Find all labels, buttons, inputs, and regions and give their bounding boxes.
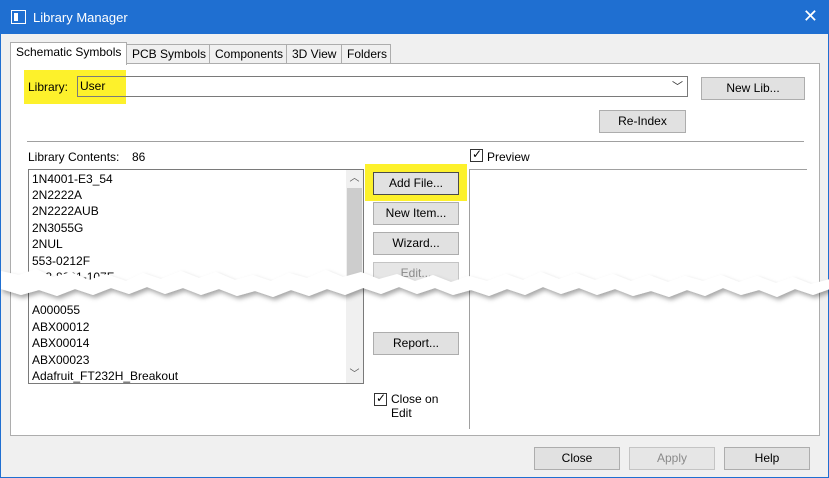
list-item[interactable]: 2N2222AUB: [32, 204, 99, 218]
scroll-up-icon[interactable]: ︿: [346, 170, 363, 187]
list-item[interactable]: ABX00023: [32, 353, 89, 367]
close-window-icon[interactable]: ✕: [803, 7, 818, 25]
help-button[interactable]: Help: [724, 447, 810, 470]
report-button[interactable]: Report...: [373, 332, 459, 355]
list-item[interactable]: 2N3055G: [32, 221, 83, 235]
preview-checkbox[interactable]: ✓: [470, 147, 483, 162]
close-on-edit-label-line2: Edit: [391, 406, 412, 420]
library-label: Library:: [28, 80, 69, 94]
new-item-button[interactable]: New Item...: [373, 202, 459, 225]
window-title: Library Manager: [33, 10, 128, 25]
tab-label: 3D View: [292, 47, 337, 61]
chevron-down-icon[interactable]: ﹀: [672, 78, 683, 94]
list-item[interactable]: Adafruit_FT232H_Breakout: [32, 369, 178, 383]
close-on-edit-checkbox[interactable]: ✓: [374, 391, 387, 406]
divider: [27, 141, 804, 142]
list-item[interactable]: ABX00014: [32, 336, 89, 350]
list-item[interactable]: 1N4001-E3_54: [32, 172, 113, 186]
close-on-edit-label-line1: Close on: [391, 392, 439, 406]
tab-label: PCB Symbols: [132, 47, 207, 61]
app-icon: [11, 10, 26, 24]
preview-label: Preview: [487, 150, 530, 164]
close-button[interactable]: Close: [534, 447, 620, 470]
check-icon: ✓: [472, 147, 483, 161]
add-file-button[interactable]: Add File...: [373, 172, 459, 195]
library-contents-count: 86: [132, 150, 146, 164]
tab-3d-view[interactable]: 3D View: [286, 44, 342, 64]
torn-edge-graphic: [1, 269, 829, 297]
apply-button[interactable]: Apply: [629, 447, 715, 470]
reindex-button[interactable]: Re-Index: [599, 110, 686, 133]
library-select-value: User: [80, 79, 106, 93]
list-item[interactable]: 2NUL: [32, 237, 63, 251]
new-lib-button[interactable]: New Lib...: [701, 77, 805, 100]
tab-label: Folders: [347, 47, 388, 61]
title-bar[interactable]: Library Manager ✕: [1, 1, 828, 34]
list-item[interactable]: 2N2222A: [32, 188, 82, 202]
tab-schematic-symbols[interactable]: Schematic Symbols: [10, 42, 127, 65]
check-icon: ✓: [376, 391, 387, 405]
library-manager-window: Library Manager ✕ Schematic Symbols PCB …: [0, 0, 829, 478]
tab-pcb-symbols[interactable]: PCB Symbols: [126, 44, 210, 64]
tab-components[interactable]: Components: [209, 44, 287, 64]
list-item[interactable]: ABX00012: [32, 320, 89, 334]
tab-folders[interactable]: Folders: [341, 44, 391, 64]
library-select[interactable]: User ﹀: [77, 76, 688, 97]
wizard-button[interactable]: Wizard...: [373, 232, 459, 255]
tab-label: Schematic Symbols: [16, 45, 122, 59]
library-contents-label: Library Contents:: [28, 150, 120, 164]
tab-label: Components: [215, 47, 284, 61]
scroll-down-icon[interactable]: ﹀: [346, 366, 363, 383]
